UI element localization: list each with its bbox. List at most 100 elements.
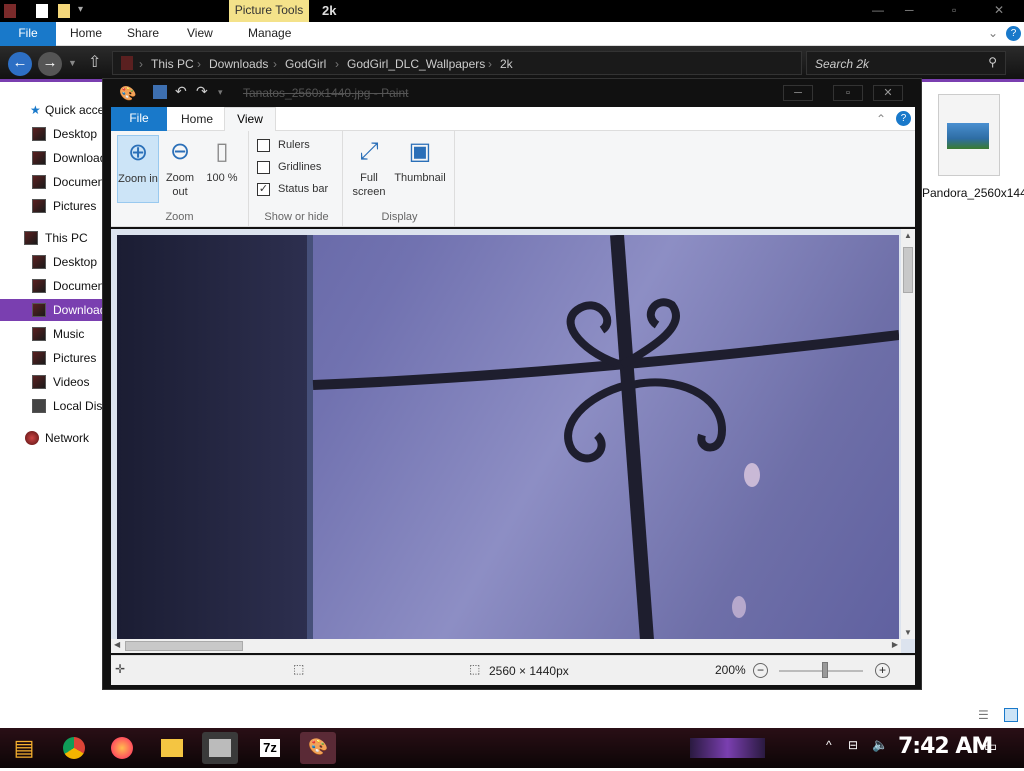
tab-share[interactable]: Share (127, 26, 159, 40)
recent-locations-icon[interactable]: ▼ (68, 58, 77, 68)
page-icon: ▯ (215, 138, 229, 165)
show-hide-group: Rulers Gridlines ✓ Status bar Show or hid… (251, 131, 343, 227)
documents-icon (32, 279, 46, 293)
address-bar[interactable]: › This PC › Downloads › GodGirl › GodGir… (112, 51, 802, 75)
chevron-down-icon[interactable]: ▾ (78, 4, 90, 18)
paint-close-button[interactable]: ✕ (873, 85, 903, 101)
search-input[interactable]: Search 2k ⚲ (806, 51, 1006, 75)
full-screen-button[interactable]: ⤢ Full screen (349, 135, 389, 203)
paint-tab-file[interactable]: File (111, 107, 167, 131)
details-view-icon[interactable]: ☰ (978, 708, 989, 722)
status-bar-checkbox[interactable]: ✓ Status bar (257, 181, 347, 199)
help-icon[interactable]: ? (1006, 26, 1021, 41)
breadcrumb-wallpapers[interactable]: GodGirl_DLC_Wallpapers (347, 57, 485, 71)
nav-this-pc[interactable]: This PC (0, 227, 104, 249)
large-icons-view-icon[interactable] (1004, 708, 1018, 722)
breadcrumb-downloads[interactable]: Downloads (209, 57, 268, 71)
zoom-100-button[interactable]: ▯ 100 % (201, 135, 243, 203)
properties-icon[interactable] (36, 4, 48, 18)
breadcrumb-godgirl[interactable]: GodGirl (285, 57, 326, 71)
forward-button[interactable]: → (38, 52, 62, 76)
rulers-checkbox[interactable]: Rulers (257, 137, 347, 155)
chrome-icon[interactable] (56, 732, 92, 764)
nav-qa-documents[interactable]: Documents (0, 171, 104, 193)
firefox-icon[interactable] (104, 732, 140, 764)
minimize-icon[interactable]: ─ (905, 3, 914, 17)
thumbnail-button[interactable]: ▣ Thumbnail (391, 135, 449, 203)
paint-maximize-button[interactable]: ▫ (833, 85, 863, 101)
expand-ribbon-icon[interactable]: ⌄ (988, 26, 998, 40)
up-button[interactable]: ⇧ (88, 52, 101, 72)
customize-qat-icon[interactable]: ▾ (218, 87, 223, 98)
nav-pc-music[interactable]: Music (0, 323, 104, 345)
zoom-in-status-button[interactable]: + (875, 663, 890, 678)
close-button[interactable]: ✕ (994, 3, 1004, 17)
zoom-in-button[interactable]: ⊕ Zoom in (117, 135, 159, 203)
nav-pc-videos[interactable]: Videos (0, 371, 104, 393)
start-button[interactable]: ▤ (6, 732, 42, 764)
nav-pc-desktop[interactable]: Desktop (0, 251, 104, 273)
volume-icon[interactable]: 🔈 (872, 737, 888, 753)
breadcrumb-this-pc[interactable]: This PC (151, 57, 194, 71)
music-icon (32, 327, 46, 341)
zoom-slider-thumb[interactable] (822, 662, 828, 678)
nav-network[interactable]: Network (0, 427, 104, 449)
vertical-scrollbar[interactable]: ▲ ▼ (901, 229, 915, 639)
new-folder-icon[interactable] (58, 4, 70, 18)
nav-pc-local-disk[interactable]: Local Disk (0, 395, 104, 417)
horizontal-scrollbar[interactable]: ◀ ▶ (111, 639, 901, 653)
gridlines-checkbox[interactable]: Gridlines (257, 159, 347, 177)
collapse-ribbon-icon[interactable]: ⌃ (876, 112, 886, 126)
show-hidden-icons-icon[interactable]: ^ (826, 738, 832, 752)
tab-view[interactable]: View (187, 26, 213, 40)
vertical-scroll-thumb[interactable] (903, 247, 913, 293)
search-icon[interactable]: ⚲ (988, 55, 997, 69)
paint-window-title: Tanatos_2560x1440.jpg - Paint (243, 86, 409, 100)
show-hide-label: Show or hide (264, 211, 329, 223)
downloads-icon (32, 151, 46, 165)
horizontal-scroll-thumb[interactable] (125, 641, 243, 651)
desktop-icon (32, 255, 46, 269)
nav-pc-downloads[interactable]: Downloads (0, 299, 104, 321)
zoom-out-status-button[interactable]: − (753, 663, 768, 678)
maximize-button[interactable]: ▫ (952, 3, 956, 17)
paint-tab-home[interactable]: Home (181, 112, 213, 126)
notifications-icon[interactable]: ▭ (984, 738, 997, 755)
tab-manage[interactable]: Manage (248, 26, 291, 40)
file-explorer-icon[interactable] (154, 732, 190, 764)
wallpaper-image[interactable] (117, 235, 899, 640)
drive-icon (32, 399, 46, 413)
nav-qa-downloads[interactable]: Downloads (0, 147, 104, 169)
tab-file[interactable]: File (0, 22, 56, 46)
clock[interactable]: 7:42 AM (898, 734, 993, 759)
nav-pc-pictures[interactable]: Pictures (0, 347, 104, 369)
redo-icon[interactable]: ↷ (196, 83, 208, 100)
paint-tab-view[interactable]: View (224, 107, 276, 132)
paint-minimize-button[interactable]: ─ (783, 85, 813, 101)
back-button[interactable]: ← (8, 52, 32, 76)
zoom-group: ⊕ Zoom in ⊖ Zoom out ▯ 100 % Zoom (111, 131, 249, 227)
photos-icon[interactable] (202, 732, 238, 764)
save-icon[interactable] (153, 85, 167, 99)
breadcrumb-2k[interactable]: 2k (500, 57, 513, 71)
gridlines-box (257, 161, 270, 174)
7zip-icon[interactable]: 7z (252, 732, 288, 764)
network-tray-icon[interactable]: ⊟ (848, 738, 858, 752)
pictures-icon (32, 351, 46, 365)
zoom-slider[interactable] (779, 670, 863, 672)
undo-icon[interactable]: ↶ (175, 83, 187, 100)
paint-taskbar-icon[interactable]: 🎨 (300, 732, 336, 764)
paint-help-icon[interactable]: ? (896, 111, 911, 126)
zoom-out-button[interactable]: ⊖ Zoom out (159, 135, 201, 203)
nav-qa-pictures[interactable]: Pictures (0, 195, 104, 217)
minimize-button[interactable]: — (872, 3, 884, 17)
nav-qa-desktop[interactable]: Desktop (0, 123, 104, 145)
zoom-group-label: Zoom (165, 211, 194, 223)
nav-pc-documents[interactable]: Documents (0, 275, 104, 297)
canvas-area[interactable]: ▲ ▼ ◀ ▶ (111, 229, 915, 653)
nav-quick-access[interactable]: ★ Quick access (0, 99, 104, 121)
file-item[interactable]: Pandora_2560x1440.jpg (922, 94, 1024, 224)
computer-icon (24, 231, 38, 245)
tab-home[interactable]: Home (70, 26, 102, 40)
selection-size-icon: ⬚ (293, 662, 305, 676)
